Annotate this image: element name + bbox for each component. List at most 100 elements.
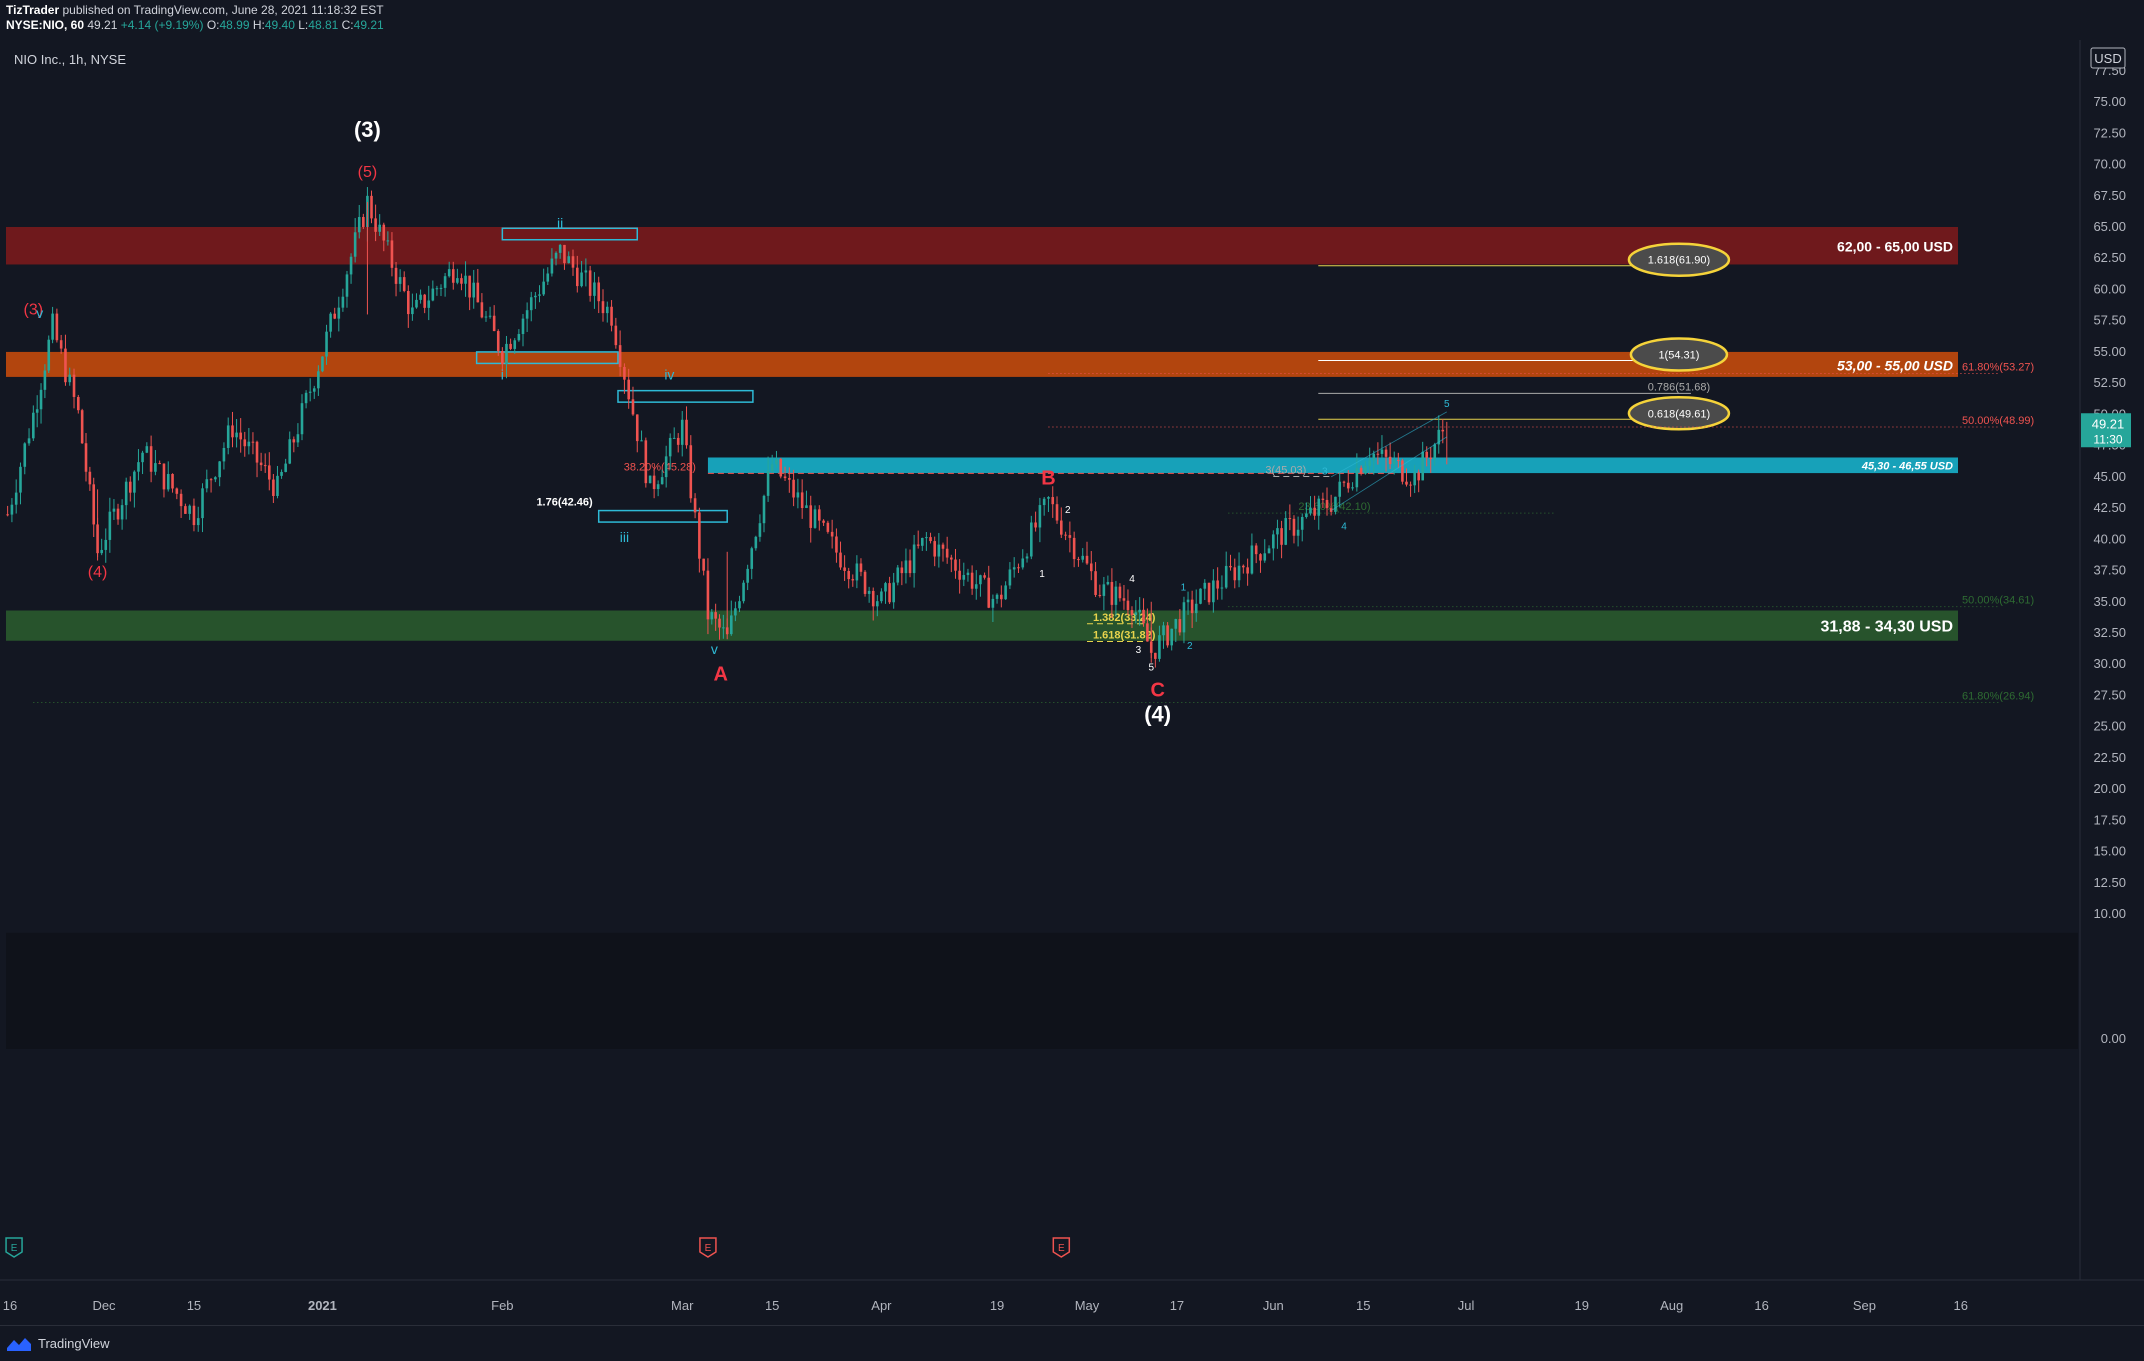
candle-body: [1272, 534, 1275, 549]
price-tick-label: 15.00: [2093, 844, 2126, 859]
candle-body: [1376, 453, 1380, 455]
price-tick-label: 30.00: [2093, 656, 2126, 671]
orange-resistance-zone-label: 53,00 - 55,00 USD: [1837, 357, 1953, 373]
candle-body: [325, 331, 328, 357]
candle-body: [847, 570, 850, 580]
wave-label: (5): [358, 164, 378, 181]
candle-body: [1401, 460, 1404, 482]
candle-body: [27, 438, 31, 444]
candle-body: [1388, 456, 1392, 465]
candle-body: [1170, 628, 1173, 646]
candle-body: [758, 523, 762, 537]
candle-body: [729, 615, 733, 635]
candle-body: [1342, 481, 1346, 483]
candle-body: [722, 627, 725, 629]
candle-body: [1305, 513, 1308, 518]
candle-body: [601, 301, 605, 314]
candle-body: [447, 269, 451, 277]
price-tick-label: 52.50: [2093, 375, 2126, 390]
candle-body: [23, 443, 27, 467]
fib-label: 1.382(33.24): [1093, 612, 1156, 624]
candle-body: [337, 307, 341, 319]
candle-body: [304, 392, 308, 404]
candle-body: [1392, 459, 1396, 465]
candle-body: [779, 458, 783, 477]
price-tick-label: 70.00: [2093, 157, 2126, 172]
candle-body: [796, 492, 800, 498]
candle-body: [1034, 522, 1037, 528]
candle-body: [920, 537, 924, 546]
candle-body: [1359, 467, 1363, 474]
fib-label: 50.00%(34.61): [1962, 595, 2034, 607]
candle-body: [1008, 569, 1012, 586]
candle-body: [431, 288, 435, 301]
candle-body: [714, 612, 717, 619]
open-label: O:: [206, 18, 220, 32]
candle-body: [1405, 481, 1408, 485]
price-tick-label: 27.50: [2093, 687, 2126, 702]
candle-body: [925, 537, 928, 539]
candle-body: [698, 512, 701, 559]
earnings-event-label: E: [11, 1243, 18, 1254]
candle-body: [538, 294, 541, 296]
candle-body: [754, 536, 758, 549]
candle-body: [631, 399, 635, 415]
bar-countdown-label: 11:30: [2093, 432, 2122, 446]
candle-body: [1166, 625, 1169, 646]
candle-body: [386, 240, 390, 242]
candle-body: [1288, 518, 1292, 520]
candle-body: [660, 477, 664, 485]
candle-body: [521, 318, 525, 335]
wave-label: 5: [1148, 662, 1154, 673]
candle-body: [1334, 496, 1337, 512]
candle-body: [460, 278, 463, 284]
candle-body: [179, 493, 183, 507]
publisher-name[interactable]: TizTrader: [6, 3, 59, 17]
candle-body: [1004, 585, 1007, 600]
candle-body: [77, 396, 80, 411]
candle-body: [1313, 507, 1316, 516]
candle-body: [480, 302, 484, 318]
candle-body: [1114, 586, 1118, 605]
candle-body: [746, 568, 749, 583]
candle-body: [672, 437, 676, 439]
wave-label: ii: [557, 215, 563, 231]
candle-body: [1138, 609, 1141, 613]
candle-body: [312, 388, 316, 392]
candle-body: [423, 294, 426, 308]
candle-body: [867, 590, 871, 594]
candle-body: [451, 269, 455, 283]
candle-body: [378, 224, 381, 232]
candle-body: [970, 572, 974, 589]
candle-body: [954, 559, 957, 571]
time-tick-label: Feb: [491, 1298, 513, 1313]
last-price-label: 49.21: [2092, 416, 2125, 431]
candle-body: [775, 458, 778, 465]
candle-body: [362, 217, 365, 228]
candle-body: [166, 474, 170, 490]
candle-body: [770, 464, 774, 471]
candle-body: [1300, 517, 1304, 530]
candle-body: [900, 567, 904, 574]
candle-body: [908, 560, 912, 574]
candle-body: [175, 488, 179, 494]
candle-body: [892, 582, 895, 603]
candle-body: [1072, 537, 1076, 560]
candle-body: [962, 575, 966, 580]
candle-body: [255, 441, 259, 463]
candle-body: [859, 563, 863, 572]
candle-body: [876, 601, 879, 607]
candle-body: [534, 295, 537, 298]
chart-title: NIO Inc., 1h, NYSE: [14, 52, 126, 67]
price-chart[interactable]: NIO Inc., 1h, NYSE 62,00 - 65,00 USD 53,00…: [0, 40, 2144, 1325]
candle-body: [597, 282, 601, 302]
price-tick-label: 60.00: [2093, 281, 2126, 296]
candle-body: [525, 310, 529, 319]
candle-body: [766, 470, 770, 496]
wave-label: 4: [1129, 574, 1135, 585]
candle-body: [863, 571, 867, 594]
candle-body: [1229, 565, 1232, 568]
candle-body: [614, 325, 618, 346]
brand-name[interactable]: TradingView: [38, 1336, 110, 1351]
candle-body: [205, 479, 209, 489]
